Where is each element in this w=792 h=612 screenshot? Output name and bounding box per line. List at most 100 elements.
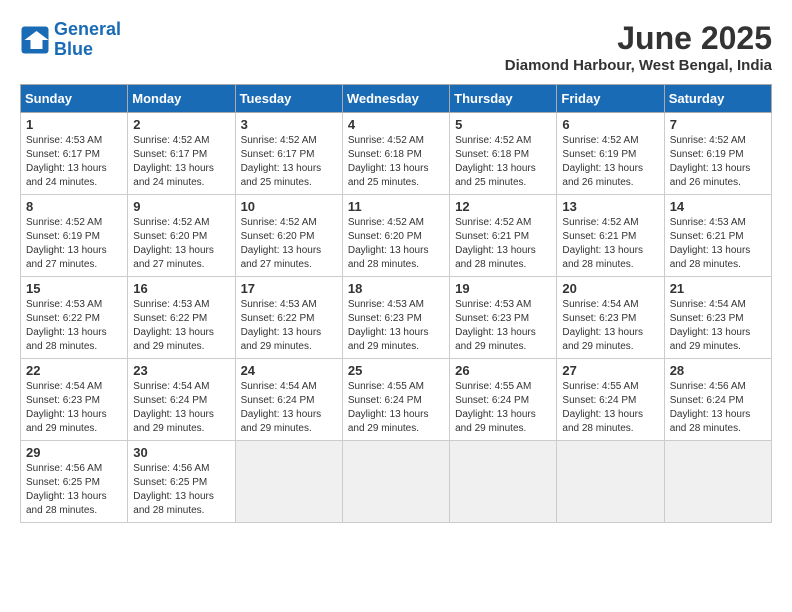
- day-number: 17: [241, 281, 337, 296]
- calendar-cell: 11 Sunrise: 4:52 AMSunset: 6:20 PMDayligh…: [342, 195, 449, 277]
- weekday-header-row: Sunday Monday Tuesday Wednesday Thursday…: [21, 85, 772, 113]
- calendar-cell: 16 Sunrise: 4:53 AMSunset: 6:22 PMDayligh…: [128, 277, 235, 359]
- calendar-cell: 7 Sunrise: 4:52 AMSunset: 6:19 PMDaylight…: [664, 113, 771, 195]
- calendar-cell: 9 Sunrise: 4:52 AMSunset: 6:20 PMDaylight…: [128, 195, 235, 277]
- day-info: Sunrise: 4:52 AMSunset: 6:17 PMDaylight:…: [241, 134, 337, 190]
- day-info: Sunrise: 4:52 AMSunset: 6:19 PMDaylight:…: [562, 134, 658, 190]
- day-number: 7: [670, 117, 766, 132]
- header-monday: Monday: [128, 85, 235, 113]
- day-number: 13: [562, 199, 658, 214]
- calendar-cell: [450, 441, 557, 523]
- header-sunday: Sunday: [21, 85, 128, 113]
- day-info: Sunrise: 4:52 AMSunset: 6:18 PMDaylight:…: [348, 134, 444, 190]
- day-info: Sunrise: 4:53 AMSunset: 6:23 PMDaylight:…: [348, 298, 444, 354]
- day-number: 15: [26, 281, 122, 296]
- calendar-cell: 2Sunrise: 4:52 AMSunset: 6:17 PMDaylight…: [128, 113, 235, 195]
- day-info: Sunrise: 4:56 AMSunset: 6:24 PMDaylight:…: [670, 380, 766, 436]
- calendar-cell: 3 Sunrise: 4:52 AMSunset: 6:17 PMDaylight…: [235, 113, 342, 195]
- day-info: Sunrise: 4:54 AMSunset: 6:23 PMDaylight:…: [562, 298, 658, 354]
- calendar-table: Sunday Monday Tuesday Wednesday Thursday…: [20, 84, 772, 523]
- calendar-cell: 18Sunrise: 4:53 AMSunset: 6:23 PMDayligh…: [342, 277, 449, 359]
- calendar-cell: 25 Sunrise: 4:55 AMSunset: 6:24 PMDayligh…: [342, 359, 449, 441]
- day-number: 5: [455, 117, 551, 132]
- day-number: 16: [133, 281, 229, 296]
- day-number: 19: [455, 281, 551, 296]
- day-info: Sunrise: 4:53 AMSunset: 6:22 PMDaylight:…: [26, 298, 122, 354]
- day-info: Sunrise: 4:52 AMSunset: 6:20 PMDaylight:…: [348, 216, 444, 272]
- day-number: 27: [562, 363, 658, 378]
- logo-icon: [20, 25, 50, 55]
- day-number: 2: [133, 117, 229, 132]
- day-number: 9: [133, 199, 229, 214]
- day-number: 4: [348, 117, 444, 132]
- calendar-cell: 19 Sunrise: 4:53 AMSunset: 6:23 PMDayligh…: [450, 277, 557, 359]
- calendar-cell: 30 Sunrise: 4:56 AMSunset: 6:25 PMDayligh…: [128, 441, 235, 523]
- day-number: 20: [562, 281, 658, 296]
- calendar-cell: 12Sunrise: 4:52 AMSunset: 6:21 PMDayligh…: [450, 195, 557, 277]
- calendar-cell: 26Sunrise: 4:55 AMSunset: 6:24 PMDayligh…: [450, 359, 557, 441]
- day-info: Sunrise: 4:52 AMSunset: 6:21 PMDaylight:…: [562, 216, 658, 272]
- calendar-cell: 21 Sunrise: 4:54 AMSunset: 6:23 PMDayligh…: [664, 277, 771, 359]
- day-info: Sunrise: 4:52 AMSunset: 6:20 PMDaylight:…: [241, 216, 337, 272]
- day-number: 23: [133, 363, 229, 378]
- day-info: Sunrise: 4:53 AMSunset: 6:22 PMDaylight:…: [133, 298, 229, 354]
- header-wednesday: Wednesday: [342, 85, 449, 113]
- calendar-cell: [664, 441, 771, 523]
- week-row-5: 29 Sunrise: 4:56 AMSunset: 6:25 PMDayligh…: [21, 441, 772, 523]
- day-number: 30: [133, 445, 229, 460]
- header-tuesday: Tuesday: [235, 85, 342, 113]
- day-info: Sunrise: 4:54 AMSunset: 6:24 PMDaylight:…: [133, 380, 229, 436]
- day-number: 12: [455, 199, 551, 214]
- day-info: Sunrise: 4:53 AMSunset: 6:17 PMDaylight:…: [26, 134, 122, 190]
- day-info: Sunrise: 4:54 AMSunset: 6:24 PMDaylight:…: [241, 380, 337, 436]
- day-info: Sunrise: 4:55 AMSunset: 6:24 PMDaylight:…: [348, 380, 444, 436]
- calendar-cell: 22Sunrise: 4:54 AMSunset: 6:23 PMDayligh…: [21, 359, 128, 441]
- day-number: 10: [241, 199, 337, 214]
- week-row-4: 22Sunrise: 4:54 AMSunset: 6:23 PMDayligh…: [21, 359, 772, 441]
- day-info: Sunrise: 4:52 AMSunset: 6:19 PMDaylight:…: [670, 134, 766, 190]
- day-number: 29: [26, 445, 122, 460]
- header: General Blue June 2025 Diamond Harbour, …: [20, 20, 772, 74]
- day-number: 11: [348, 199, 444, 214]
- day-info: Sunrise: 4:55 AMSunset: 6:24 PMDaylight:…: [455, 380, 551, 436]
- calendar-cell: 6Sunrise: 4:52 AMSunset: 6:19 PMDaylight…: [557, 113, 664, 195]
- calendar-cell: [342, 441, 449, 523]
- calendar-cell: 28 Sunrise: 4:56 AMSunset: 6:24 PMDayligh…: [664, 359, 771, 441]
- calendar-cell: 27Sunrise: 4:55 AMSunset: 6:24 PMDayligh…: [557, 359, 664, 441]
- calendar-cell: 14 Sunrise: 4:53 AMSunset: 6:21 PMDayligh…: [664, 195, 771, 277]
- day-number: 25: [348, 363, 444, 378]
- header-thursday: Thursday: [450, 85, 557, 113]
- calendar-cell: 1 Sunrise: 4:53 AMSunset: 6:17 PMDaylight…: [21, 113, 128, 195]
- header-saturday: Saturday: [664, 85, 771, 113]
- calendar-cell: 5 Sunrise: 4:52 AMSunset: 6:18 PMDaylight…: [450, 113, 557, 195]
- calendar-cell: 23 Sunrise: 4:54 AMSunset: 6:24 PMDayligh…: [128, 359, 235, 441]
- day-number: 3: [241, 117, 337, 132]
- day-number: 14: [670, 199, 766, 214]
- week-row-3: 15 Sunrise: 4:53 AMSunset: 6:22 PMDayligh…: [21, 277, 772, 359]
- calendar-cell: 15 Sunrise: 4:53 AMSunset: 6:22 PMDayligh…: [21, 277, 128, 359]
- day-info: Sunrise: 4:53 AMSunset: 6:21 PMDaylight:…: [670, 216, 766, 272]
- day-info: Sunrise: 4:52 AMSunset: 6:18 PMDaylight:…: [455, 134, 551, 190]
- calendar-cell: 10 Sunrise: 4:52 AMSunset: 6:20 PMDayligh…: [235, 195, 342, 277]
- day-info: Sunrise: 4:53 AMSunset: 6:22 PMDaylight:…: [241, 298, 337, 354]
- calendar-cell: [235, 441, 342, 523]
- day-number: 21: [670, 281, 766, 296]
- location-title: Diamond Harbour, West Bengal, India: [505, 57, 772, 74]
- day-info: Sunrise: 4:52 AMSunset: 6:20 PMDaylight:…: [133, 216, 229, 272]
- day-number: 28: [670, 363, 766, 378]
- day-number: 8: [26, 199, 122, 214]
- calendar-cell: 8Sunrise: 4:52 AMSunset: 6:19 PMDaylight…: [21, 195, 128, 277]
- day-info: Sunrise: 4:56 AMSunset: 6:25 PMDaylight:…: [26, 462, 122, 518]
- month-year-title: June 2025: [505, 20, 772, 57]
- title-area: June 2025 Diamond Harbour, West Bengal, …: [505, 20, 772, 74]
- week-row-1: 1 Sunrise: 4:53 AMSunset: 6:17 PMDaylight…: [21, 113, 772, 195]
- day-info: Sunrise: 4:54 AMSunset: 6:23 PMDaylight:…: [670, 298, 766, 354]
- header-friday: Friday: [557, 85, 664, 113]
- calendar-cell: 29 Sunrise: 4:56 AMSunset: 6:25 PMDayligh…: [21, 441, 128, 523]
- calendar-cell: [557, 441, 664, 523]
- day-info: Sunrise: 4:54 AMSunset: 6:23 PMDaylight:…: [26, 380, 122, 436]
- day-number: 1: [26, 117, 122, 132]
- week-row-2: 8Sunrise: 4:52 AMSunset: 6:19 PMDaylight…: [21, 195, 772, 277]
- day-info: Sunrise: 4:56 AMSunset: 6:25 PMDaylight:…: [133, 462, 229, 518]
- day-info: Sunrise: 4:53 AMSunset: 6:23 PMDaylight:…: [455, 298, 551, 354]
